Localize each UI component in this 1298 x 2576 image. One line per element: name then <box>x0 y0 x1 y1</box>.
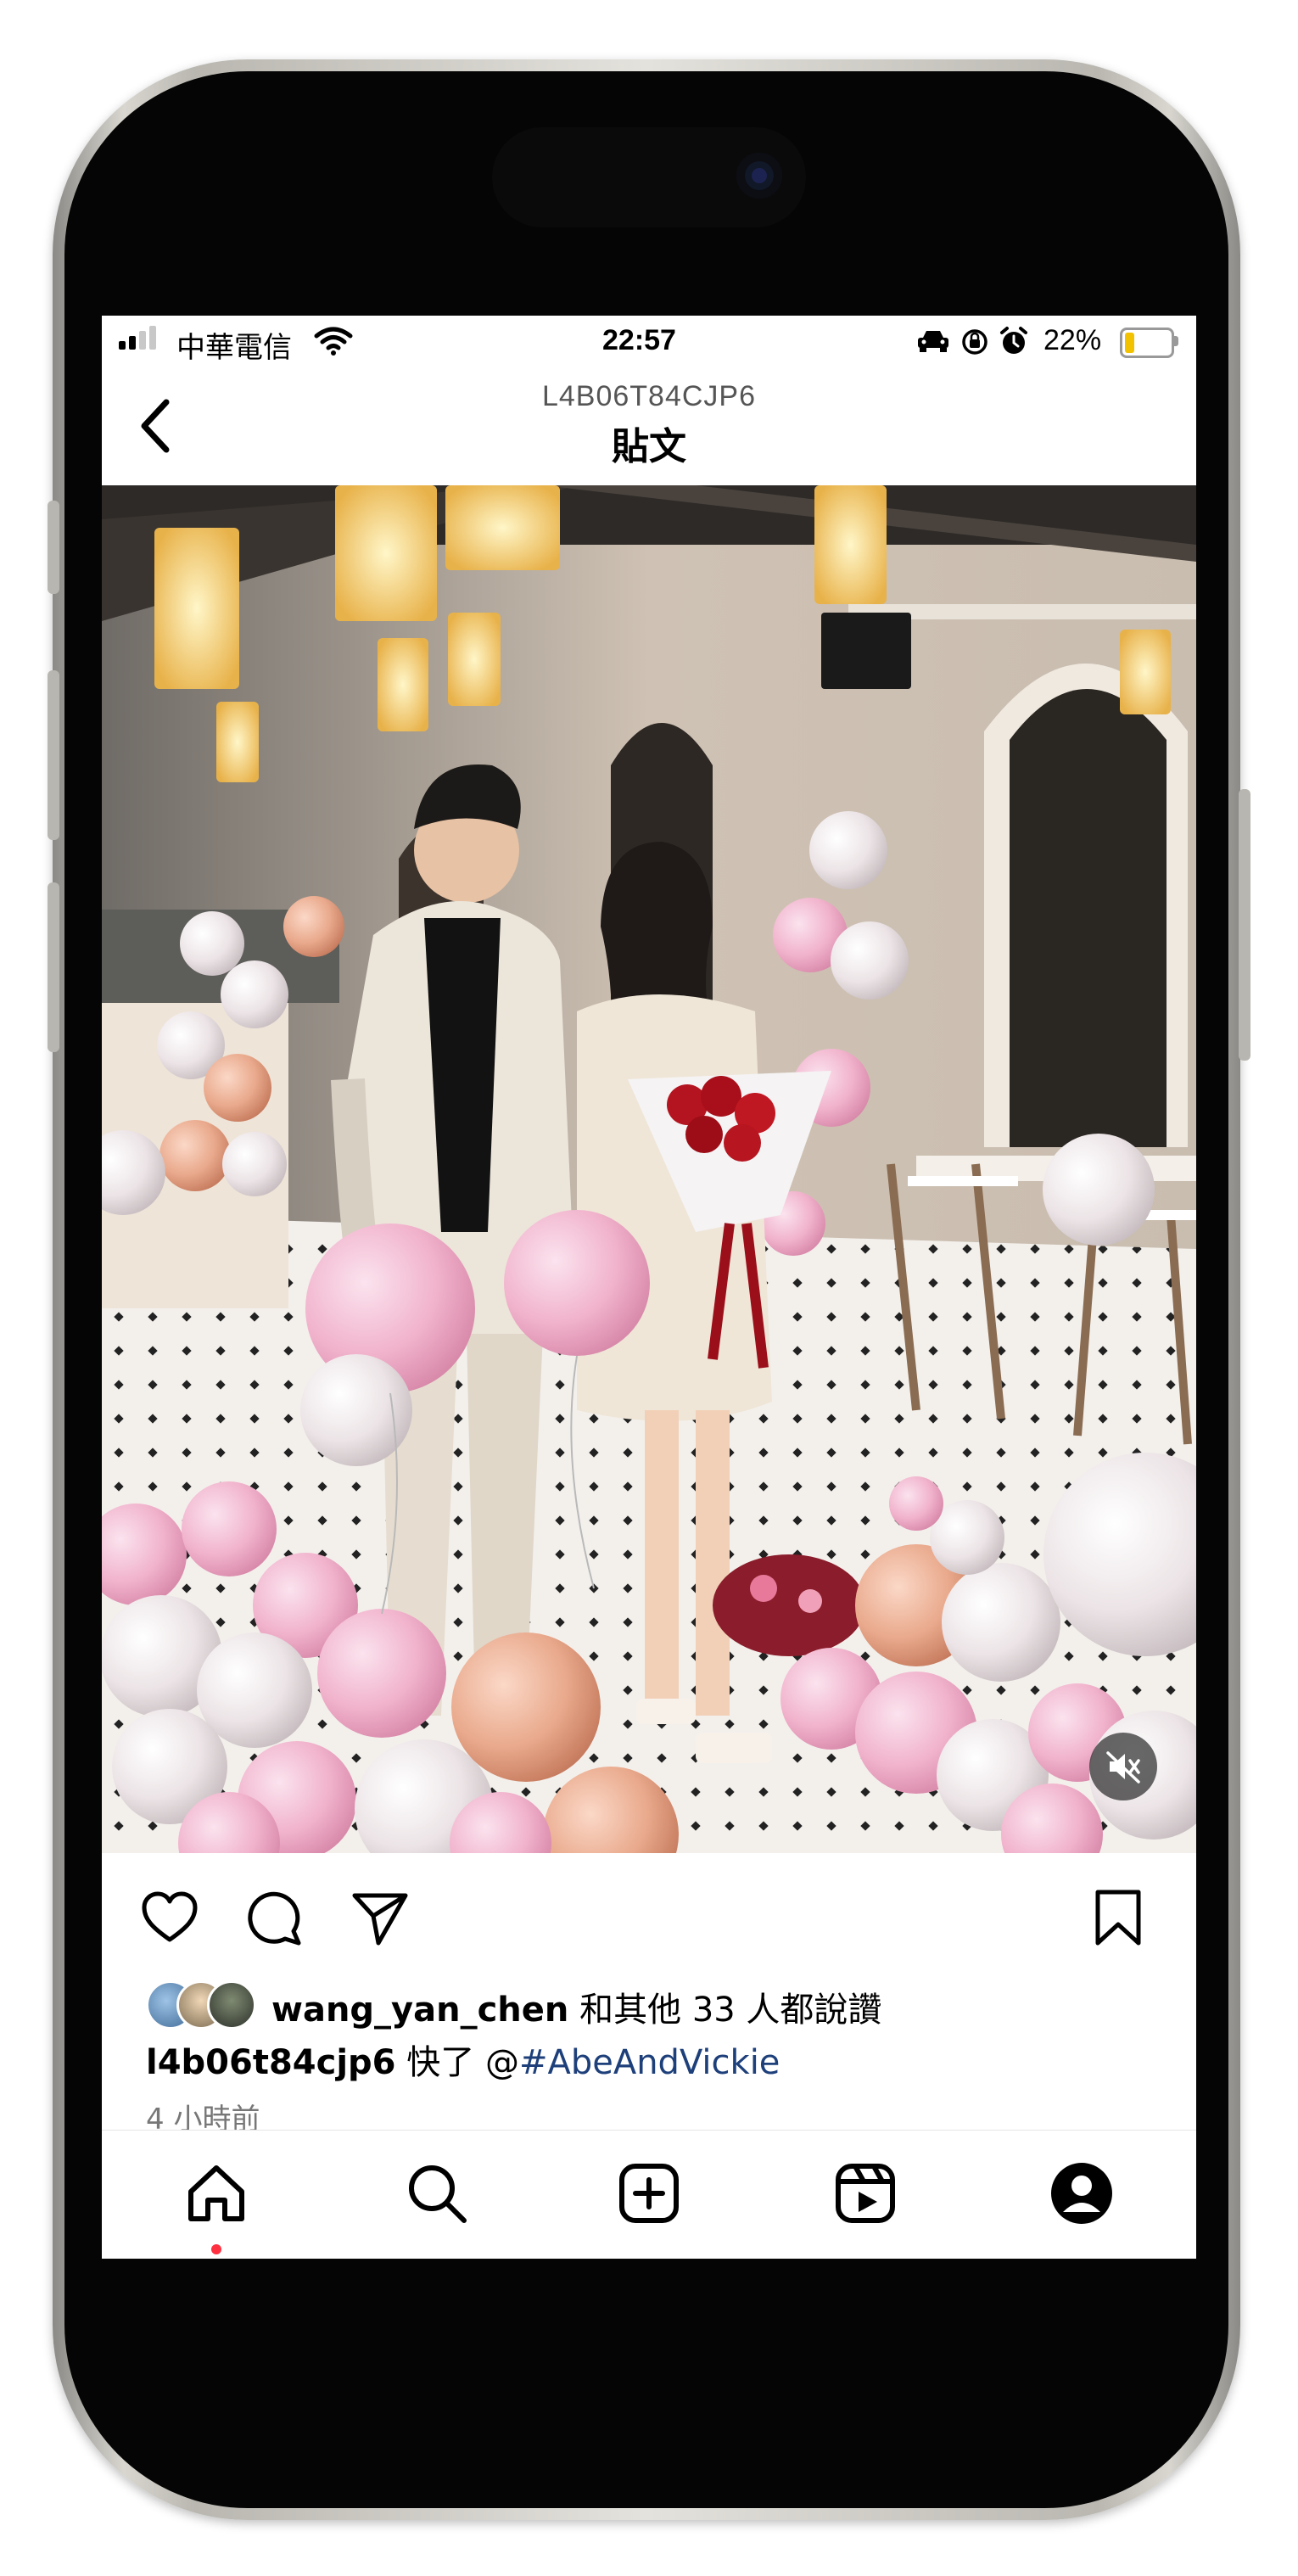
caption-hashtag[interactable]: #AbeAndVickie <box>519 2043 780 2082</box>
nav-home[interactable] <box>181 2158 252 2229</box>
liked-by-username[interactable]: wang_yan_chen <box>271 1991 568 2030</box>
liked-by-avatars[interactable] <box>146 1980 273 2030</box>
liked-by-text[interactable]: wang_yan_chen 和其他 33 人都說讚 <box>271 1982 881 2031</box>
search-icon <box>409 2165 467 2223</box>
volume-up-button <box>48 670 59 840</box>
reels-icon <box>836 2164 895 2223</box>
power-button <box>1239 789 1250 1061</box>
bookmark-button[interactable] <box>1086 1885 1150 1950</box>
post-image[interactable] <box>102 485 1196 1853</box>
battery-percentage: 22% <box>1043 324 1102 356</box>
avatar <box>207 1980 256 2030</box>
couple-with-balloons-photo <box>102 485 1196 1853</box>
status-bar: 中華電信 22:57 22% <box>102 316 1196 367</box>
share-button[interactable] <box>348 1885 412 1950</box>
caption-text: 快了 @ <box>406 2043 519 2082</box>
nav-reels[interactable] <box>830 2158 901 2229</box>
volume-down-button <box>48 882 59 1052</box>
nav-profile[interactable] <box>1046 2158 1117 2229</box>
comment-button[interactable] <box>243 1885 307 1950</box>
mute-toggle-button[interactable] <box>1089 1733 1157 1800</box>
status-time: 22:57 <box>602 324 676 356</box>
share-icon <box>352 1893 408 1946</box>
front-camera <box>736 153 782 199</box>
orientation-lock-icon <box>962 329 987 355</box>
heart-icon <box>142 1891 198 1942</box>
post-account-name: L4B06T84CJP6 <box>541 380 757 412</box>
liked-by-count: 和其他 33 人都說讚 <box>579 1991 882 2030</box>
page-title: 貼文 <box>612 425 686 468</box>
like-button[interactable] <box>137 1885 202 1950</box>
nav-search[interactable] <box>401 2158 473 2229</box>
caption-username[interactable]: l4b06t84cjp6 <box>146 2043 396 2082</box>
phone-screen: 中華電信 22:57 22% L4B06T84CJP6 貼文 wang_yan_… <box>102 316 1196 2259</box>
post-caption: l4b06t84cjp6 快了 @#AbeAndVickie <box>146 2035 780 2084</box>
nav-create[interactable] <box>613 2158 685 2229</box>
battery-nub <box>1174 336 1178 346</box>
battery-icon <box>1120 328 1174 358</box>
profile-icon <box>1051 2163 1112 2224</box>
speaker-muted-icon <box>1106 1751 1140 1784</box>
bookmark-icon <box>1095 1890 1141 1946</box>
car-mode-icon <box>918 331 948 352</box>
signal-icon <box>119 316 170 367</box>
bottom-navigation <box>102 2130 1196 2259</box>
home-icon <box>188 2165 244 2221</box>
create-icon <box>619 2164 679 2223</box>
carrier-name: 中華電信 <box>176 332 292 364</box>
active-indicator <box>211 2244 221 2254</box>
comment-icon <box>248 1891 301 1946</box>
alarm-icon <box>1000 327 1027 354</box>
wifi-icon <box>314 327 353 356</box>
battery-level <box>1125 333 1135 353</box>
action-button <box>48 501 59 594</box>
